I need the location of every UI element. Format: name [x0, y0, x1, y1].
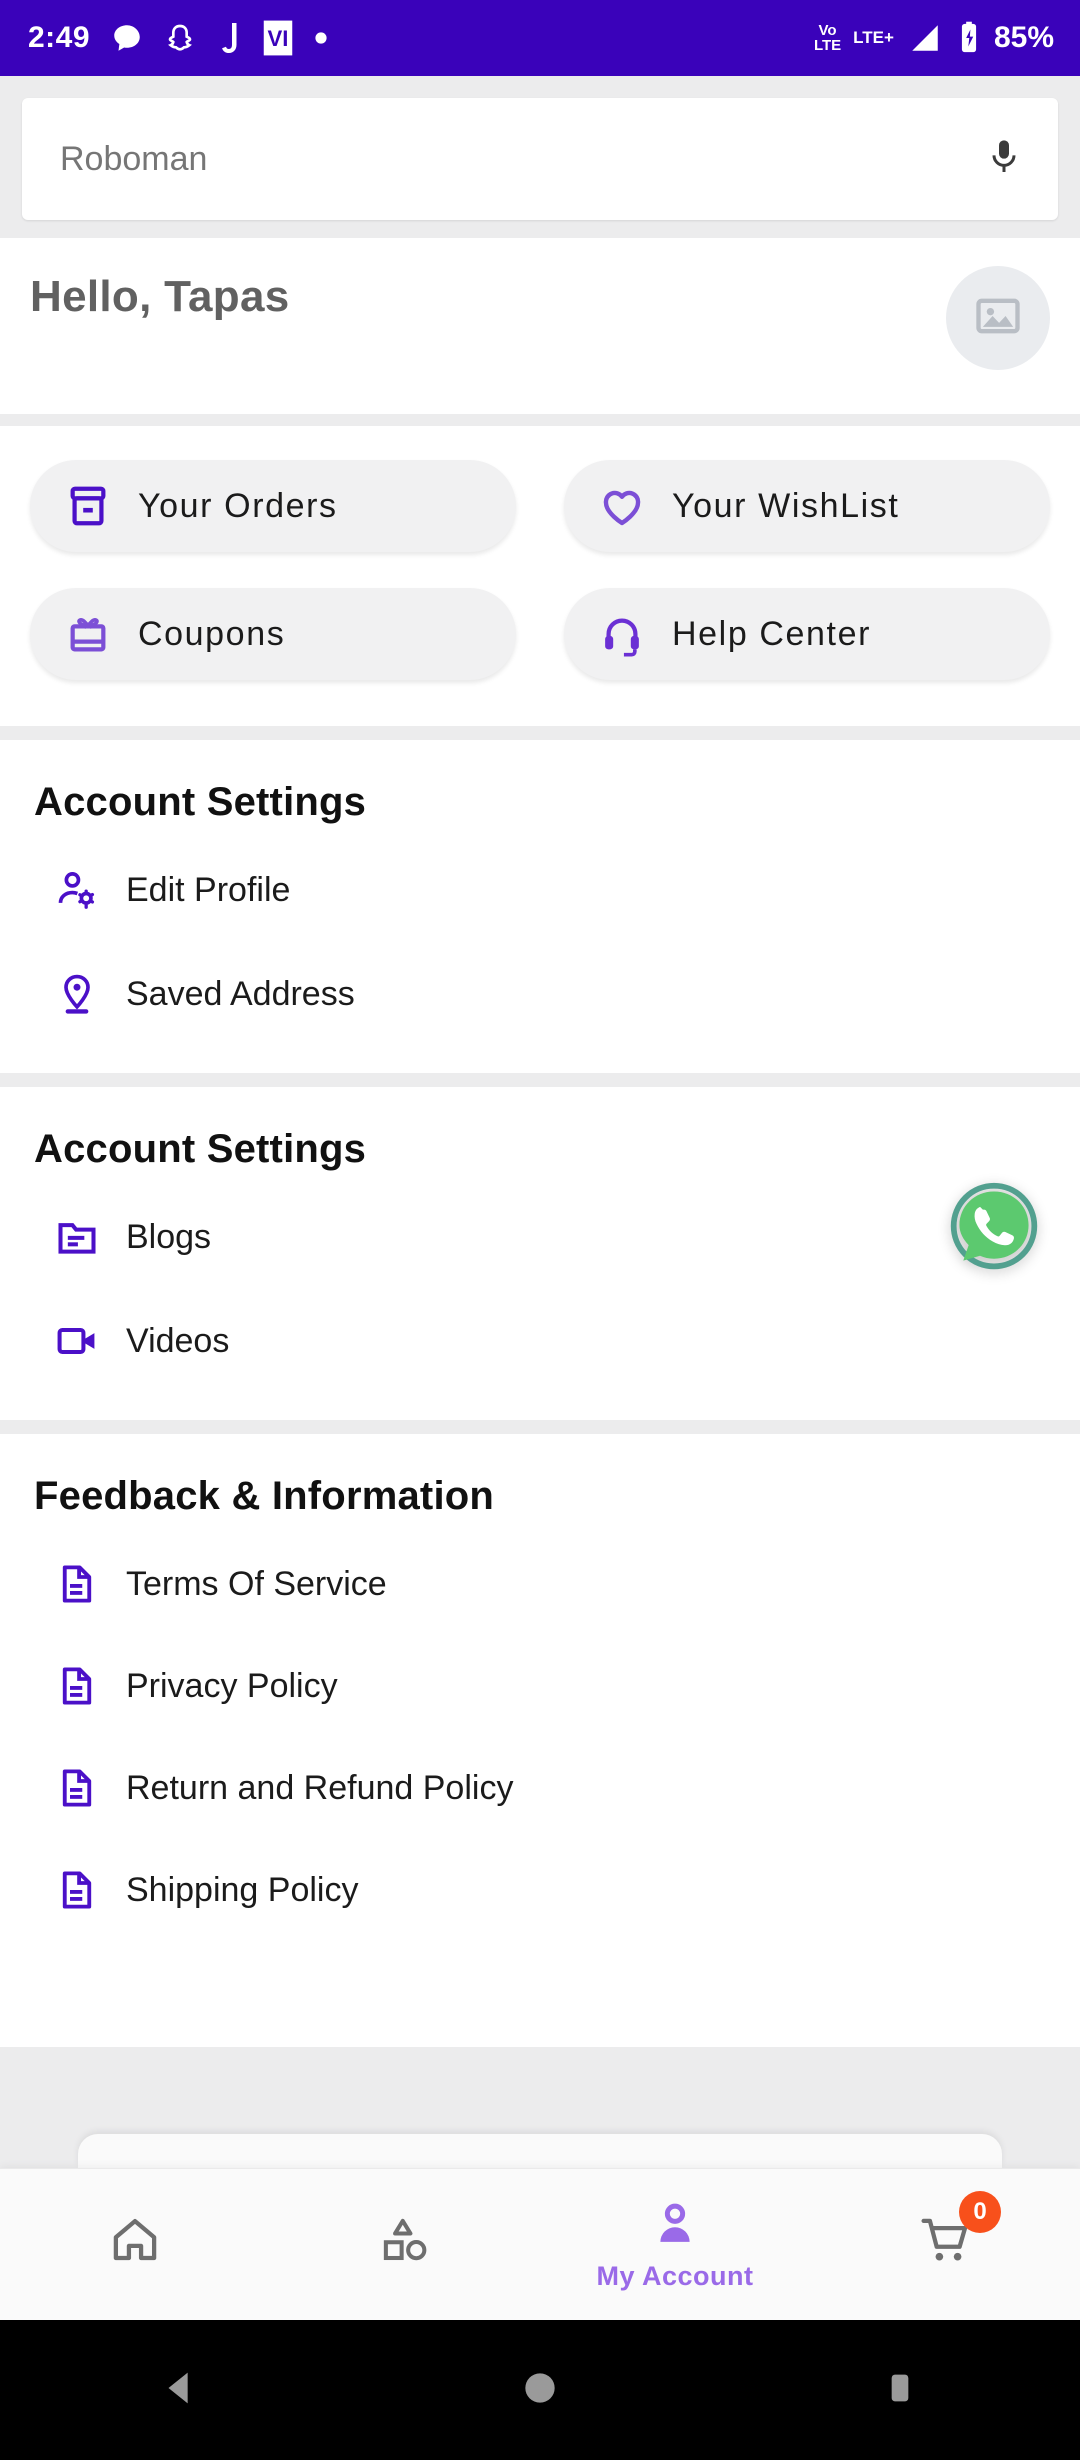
avatar[interactable]	[946, 266, 1050, 370]
battery-charging-icon	[956, 21, 982, 55]
whatsapp-fab[interactable]	[946, 1180, 1042, 1276]
quick-actions-row-1: Your Orders Your WishList	[30, 460, 1050, 552]
quick-action-label: Coupons	[138, 614, 286, 653]
quick-action-your-orders[interactable]: Your Orders	[30, 460, 516, 552]
bottom-sheet-lip	[0, 2134, 1080, 2168]
section-account-settings-1: Account Settings Edit Profile Saved Addr…	[0, 740, 1080, 1073]
android-home-button[interactable]	[360, 2366, 720, 2415]
cart-badge: 0	[959, 2191, 1001, 2233]
nav-item-label: My Account	[596, 2260, 754, 2291]
list-item-label: Shipping Policy	[126, 1870, 359, 1909]
archive-box-icon	[64, 482, 112, 530]
bottom-navigation: My Account 0	[0, 2168, 1080, 2320]
list-item-edit-profile[interactable]: Edit Profile	[34, 853, 1050, 927]
list-item-return-and-refund-policy[interactable]: Return and Refund Policy	[34, 1751, 1050, 1825]
list-item-privacy-policy[interactable]: Privacy Policy	[34, 1649, 1050, 1723]
quick-action-your-wishlist[interactable]: Your WishList	[564, 460, 1050, 552]
headset-icon	[598, 610, 646, 658]
quick-actions-card: Your Orders Your WishList Coupons Help C…	[0, 426, 1080, 726]
volte-icon: Vo LTE	[814, 23, 841, 53]
app-root: 2:49 VI Vo LTE LTE+ 85% Roboman Hello, T…	[0, 0, 1080, 2460]
nav-item-my-account[interactable]: My Account	[540, 2169, 810, 2320]
section-title: Account Settings	[34, 1127, 367, 1171]
android-recents-button[interactable]	[720, 2366, 1080, 2415]
microphone-icon[interactable]	[984, 132, 1024, 187]
document-icon	[54, 1561, 100, 1607]
search-input[interactable]: Roboman	[22, 98, 1058, 220]
section-account-settings-2: Account Settings Blogs Videos	[0, 1087, 1080, 1420]
section-list: Blogs Videos	[34, 1200, 1050, 1378]
quick-action-label: Your Orders	[138, 486, 338, 525]
quick-action-label: Help Center	[672, 614, 872, 653]
network-type-label: LTE+	[853, 28, 894, 47]
video-camera-icon	[54, 1318, 100, 1364]
list-item-label: Privacy Policy	[126, 1666, 338, 1705]
greeting-card: Hello, Tapas	[0, 238, 1080, 414]
section-title: Account Settings	[34, 780, 367, 824]
list-item-blogs[interactable]: Blogs	[34, 1200, 1050, 1274]
document-icon	[54, 1663, 100, 1709]
section-list: Terms Of Service Privacy Policy Return a…	[34, 1547, 1050, 1927]
list-item-saved-address[interactable]: Saved Address	[34, 957, 1050, 1031]
search-section: Roboman	[0, 76, 1080, 238]
folder-document-icon	[54, 1214, 100, 1260]
document-icon	[54, 1765, 100, 1811]
user-gear-icon	[54, 867, 100, 913]
greeting-text: Hello, Tapas	[30, 272, 290, 321]
quick-actions-row-2: Coupons Help Center	[30, 588, 1050, 680]
circle-home-icon	[518, 2366, 562, 2415]
list-item-label: Videos	[126, 1321, 230, 1360]
list-item-videos[interactable]: Videos	[34, 1304, 1050, 1378]
quick-action-label: Your WishList	[672, 486, 900, 525]
list-item-label: Terms Of Service	[126, 1564, 387, 1603]
android-system-nav	[0, 2320, 1080, 2460]
chat-bubble-icon	[110, 21, 144, 55]
list-item-label: Saved Address	[126, 974, 355, 1013]
square-recents-icon	[880, 2366, 920, 2415]
status-bar-right: Vo LTE LTE+ 85%	[814, 21, 1054, 55]
heart-icon	[598, 482, 646, 530]
svg-text:VI: VI	[268, 26, 289, 51]
list-item-label: Blogs	[126, 1217, 212, 1256]
triangle-back-icon	[157, 2365, 203, 2416]
nav-item-cart[interactable]: 0	[810, 2169, 1080, 2320]
search-placeholder: Roboman	[60, 139, 208, 178]
status-bar: 2:49 VI Vo LTE LTE+ 85%	[0, 0, 1080, 76]
home-icon	[108, 2213, 162, 2272]
section-feedback-information: Feedback & Information Terms Of Service	[0, 1434, 1080, 2047]
list-item-label: Return and Refund Policy	[126, 1768, 514, 1807]
document-icon	[54, 1867, 100, 1913]
section-title: Feedback & Information	[34, 1474, 495, 1518]
section-list: Edit Profile Saved Address	[34, 853, 1050, 1031]
signal-strength-icon	[906, 21, 944, 55]
list-item-label: Edit Profile	[126, 870, 291, 909]
quick-action-help-center[interactable]: Help Center	[564, 588, 1050, 680]
letter-j-icon	[216, 20, 242, 56]
android-back-button[interactable]	[0, 2365, 360, 2416]
dot-icon	[314, 31, 328, 45]
nav-item-categories[interactable]	[270, 2169, 540, 2320]
list-item-shipping-policy[interactable]: Shipping Policy	[34, 1853, 1050, 1927]
snapchat-ghost-icon	[164, 21, 196, 55]
map-pin-icon	[54, 971, 100, 1017]
status-time: 2:49	[28, 21, 91, 54]
person-icon	[648, 2198, 702, 2257]
list-item-terms-of-service[interactable]: Terms Of Service	[34, 1547, 1050, 1621]
volte-line-2: LTE	[813, 37, 842, 54]
vi-app-icon: VI	[262, 19, 294, 57]
whatsapp-icon	[946, 1182, 1042, 1280]
shapes-icon	[378, 2213, 432, 2272]
image-placeholder-icon	[972, 290, 1024, 347]
quick-action-coupons[interactable]: Coupons	[30, 588, 516, 680]
status-bar-left: 2:49 VI	[28, 19, 328, 57]
gift-icon	[64, 610, 112, 658]
battery-percent-label: 85%	[993, 21, 1054, 54]
nav-item-home[interactable]	[0, 2169, 270, 2320]
